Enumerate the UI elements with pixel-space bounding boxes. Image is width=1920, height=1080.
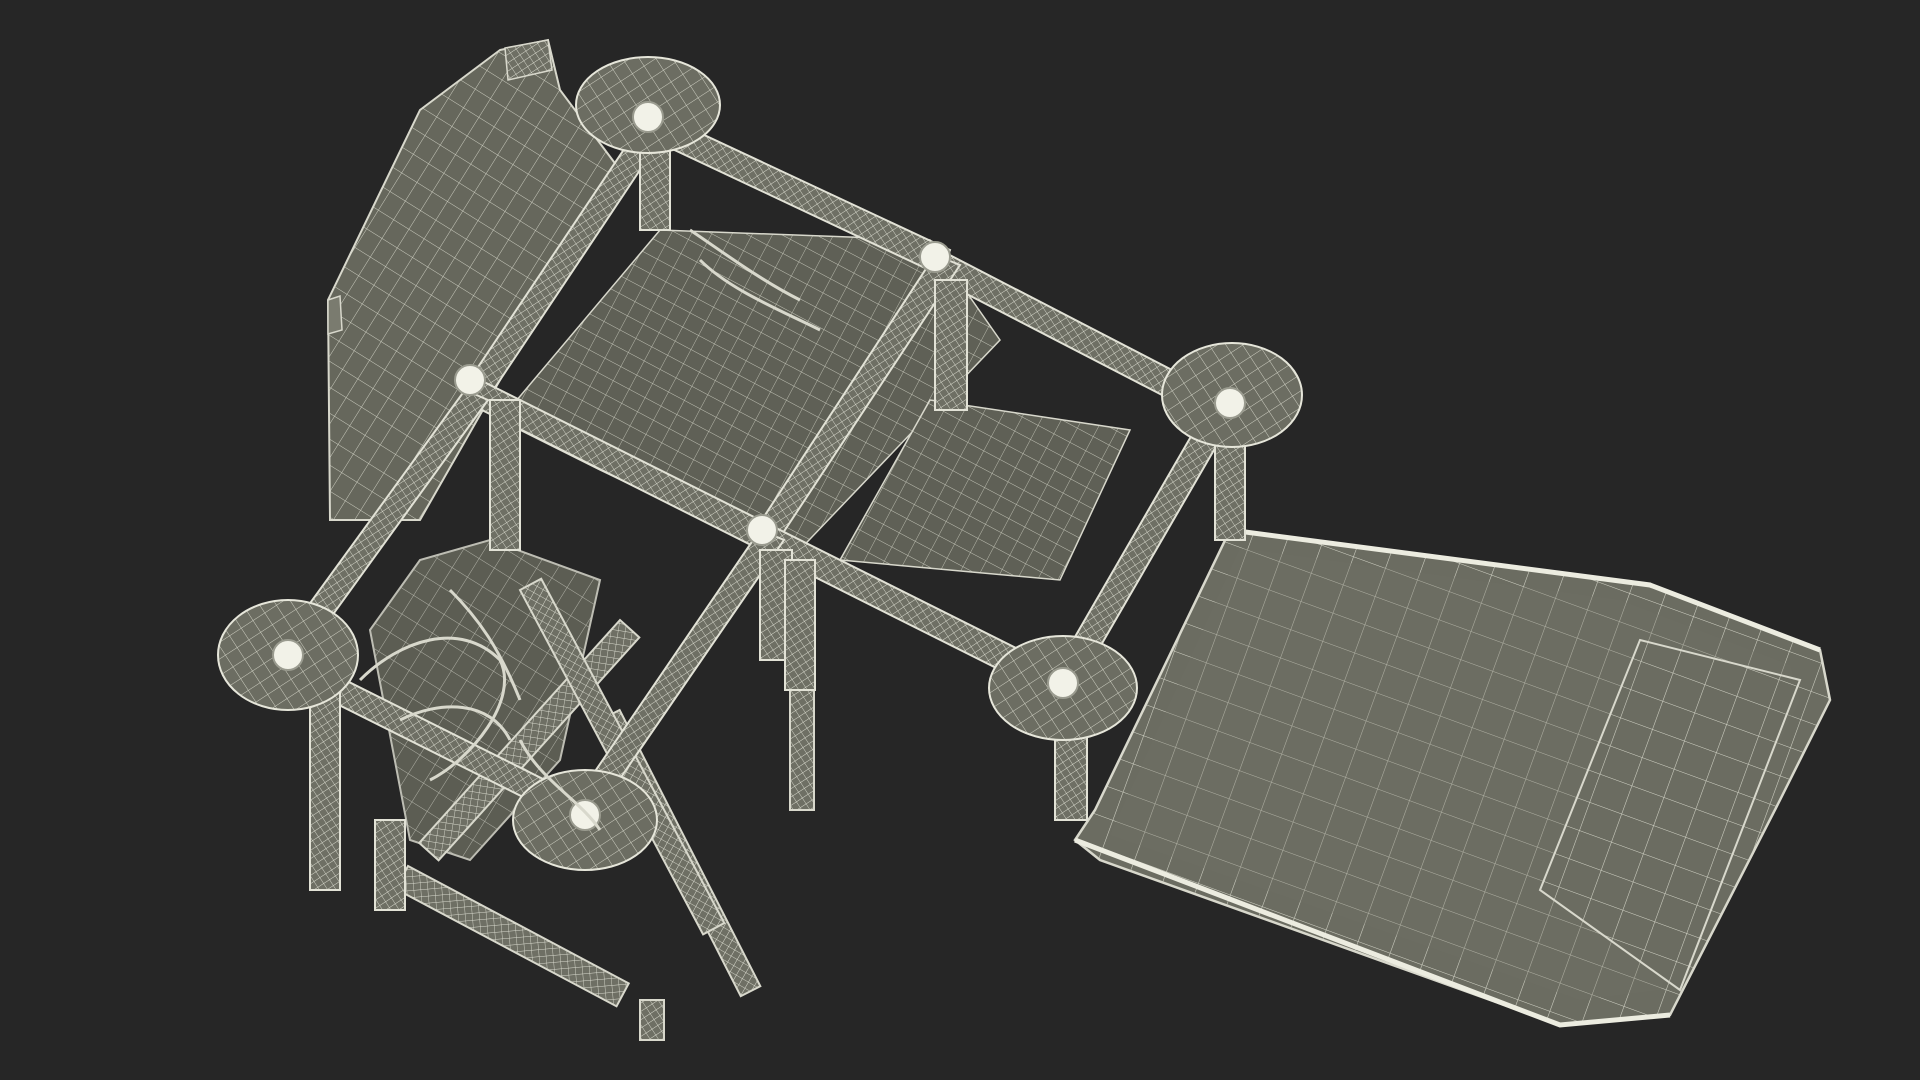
- upper-deck-floor: [498, 229, 1132, 581]
- joint-hub: [746, 514, 778, 546]
- joint-hub: [1214, 387, 1246, 419]
- joint-hub: [1047, 667, 1079, 699]
- viewport-canvas[interactable]: [0, 0, 1920, 1080]
- joint-hub: [272, 639, 304, 671]
- joint-hub: [919, 241, 951, 273]
- joint-hub: [454, 364, 486, 396]
- wireframe-playset-render: [217, 38, 1832, 1041]
- slide: [1073, 527, 1832, 1028]
- joint-hub: [632, 101, 664, 133]
